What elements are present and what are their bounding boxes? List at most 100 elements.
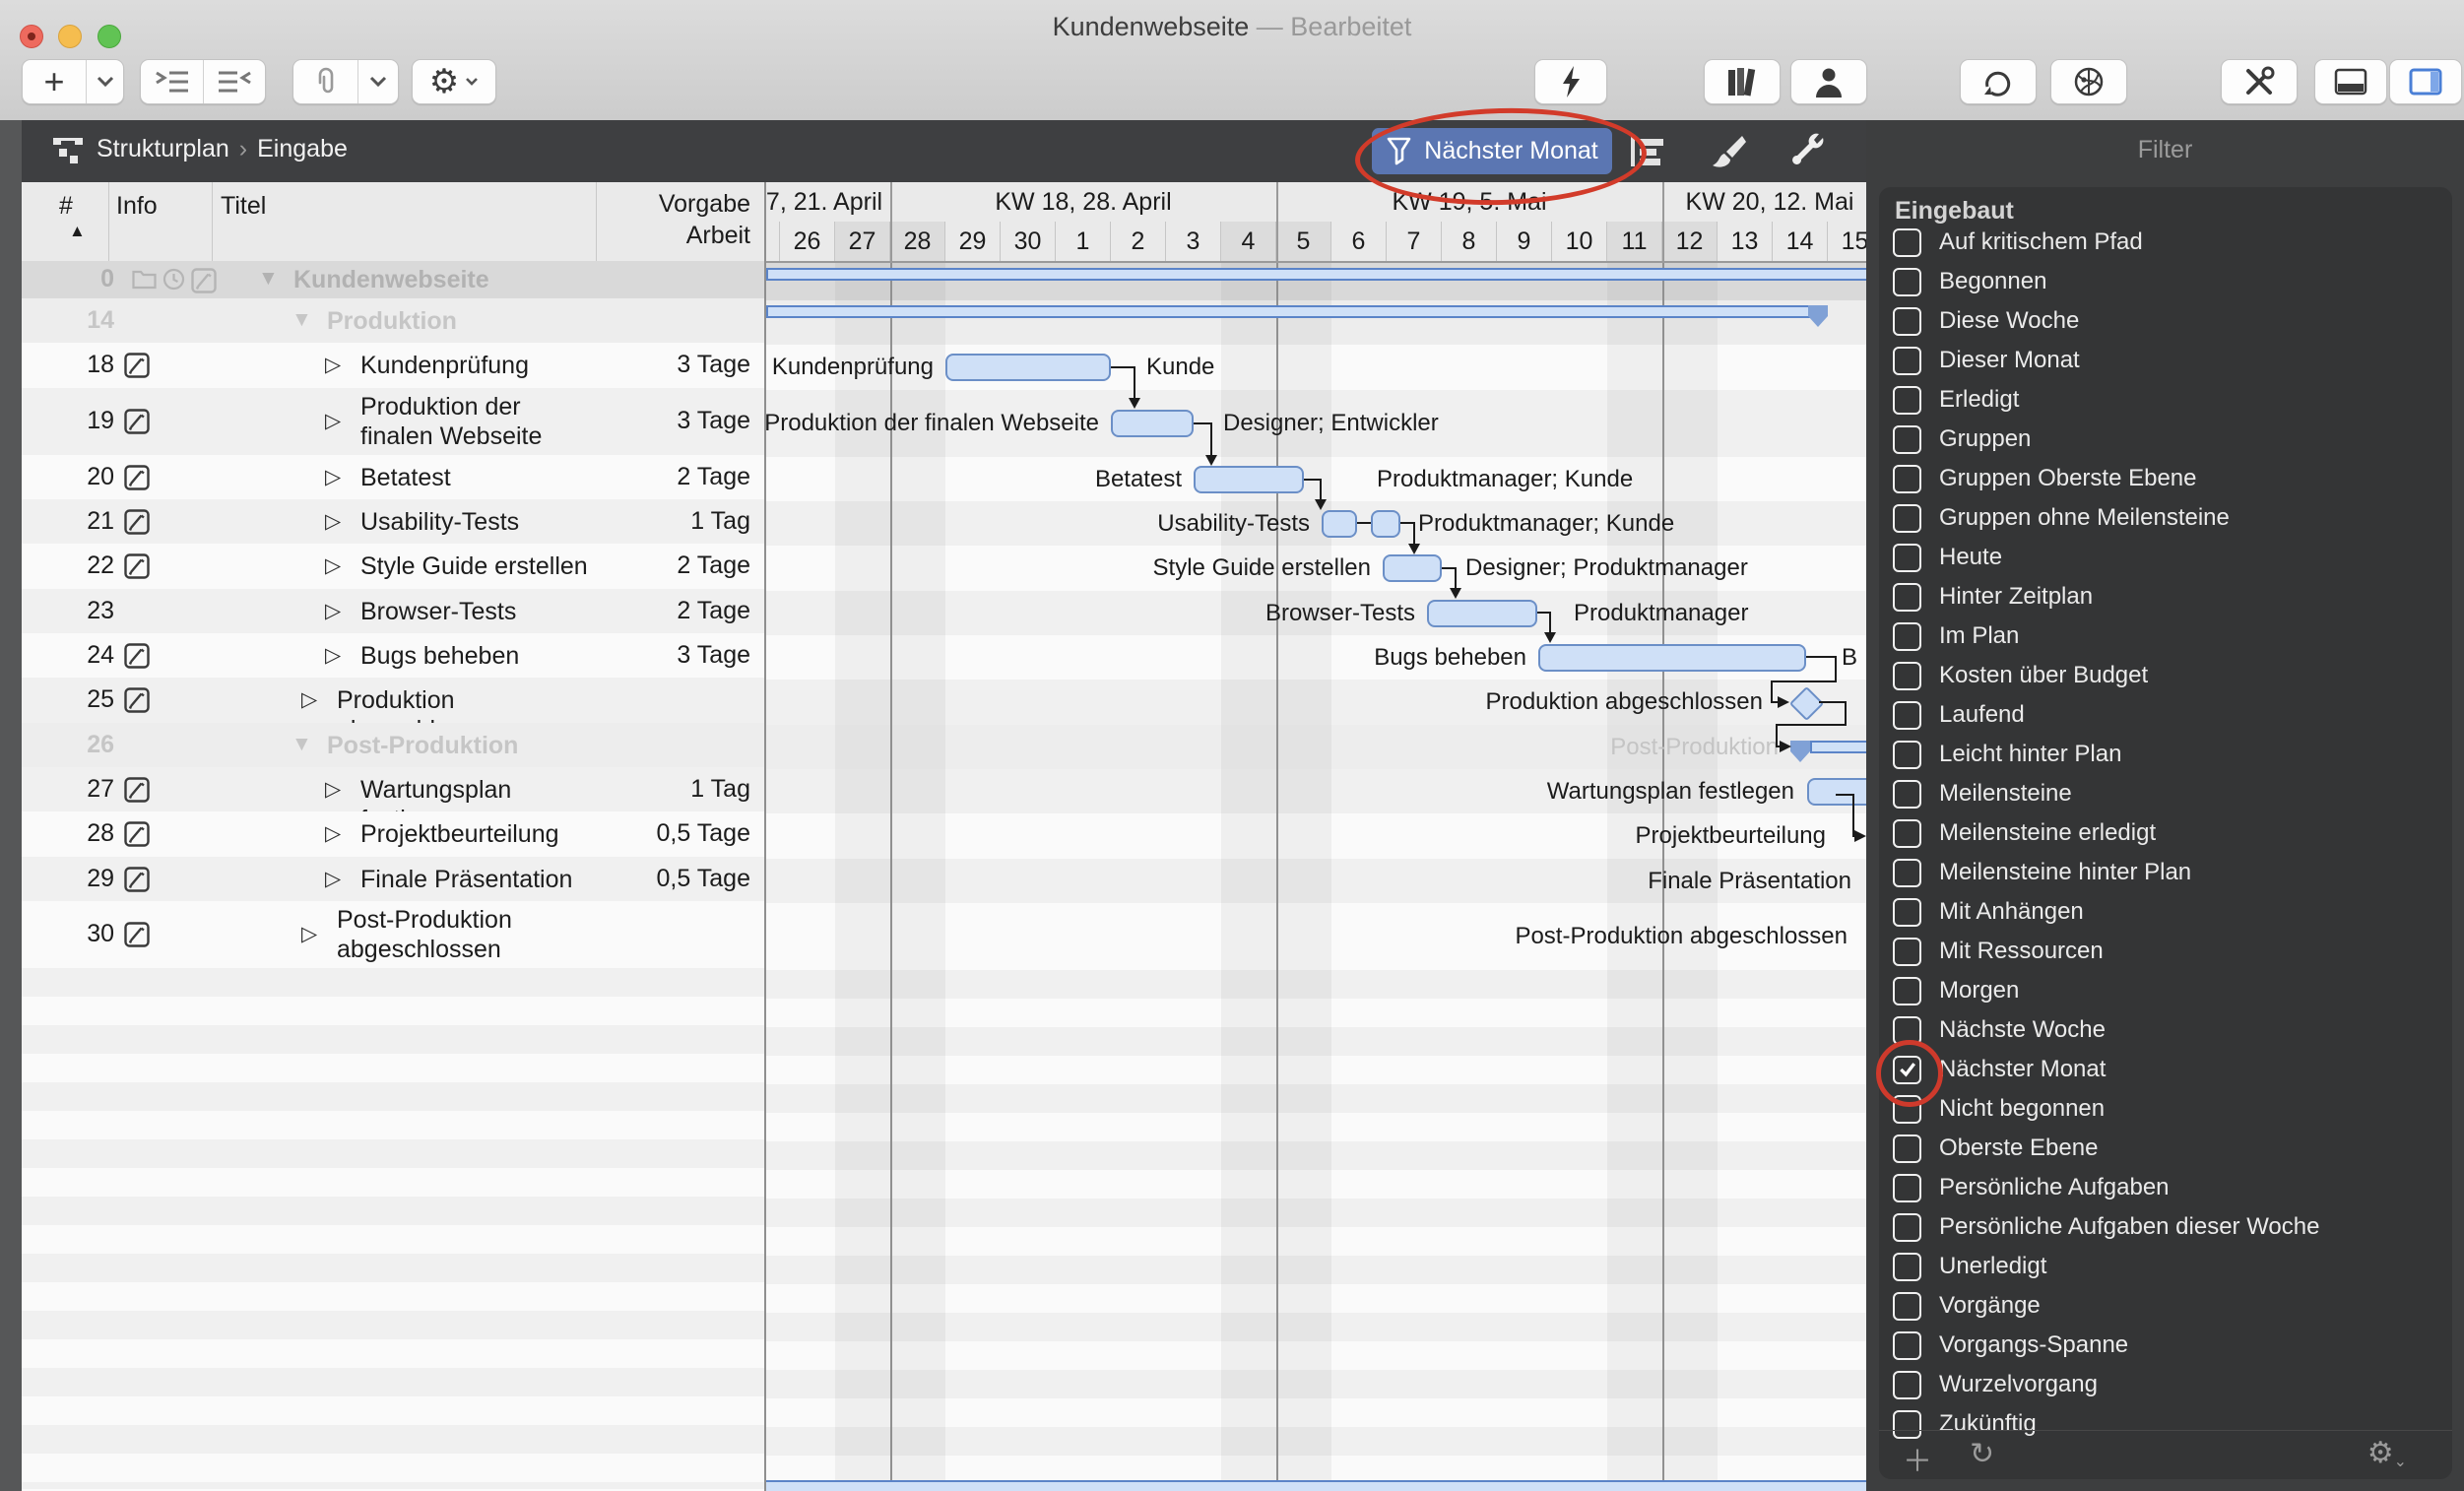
note-icon[interactable]	[124, 867, 150, 897]
collapse-triangle-icon[interactable]: ▼	[258, 267, 279, 291]
gantt-bar[interactable]	[1111, 410, 1194, 437]
day-header-cell[interactable]: 30	[1001, 222, 1056, 261]
task-duration[interactable]: 3 Tage	[593, 407, 750, 435]
attachment-menu-chevron[interactable]	[358, 60, 398, 103]
filter-checkbox[interactable]	[1893, 938, 1921, 966]
filter-item[interactable]: Meilensteine	[1893, 774, 2072, 813]
expand-triangle-icon[interactable]: ▷	[325, 509, 341, 534]
task-duration[interactable]: 2 Tage	[593, 551, 750, 580]
task-duration[interactable]: 2 Tage	[593, 597, 750, 625]
filter-item[interactable]: Nicht begonnen	[1893, 1089, 2105, 1129]
collapse-triangle-icon[interactable]: ▼	[292, 733, 312, 756]
day-header-cell[interactable]: 1	[1056, 222, 1111, 261]
filter-checkbox[interactable]	[1893, 228, 1921, 257]
attachment-button[interactable]	[294, 60, 357, 103]
day-header-cell[interactable]: 25	[764, 222, 780, 261]
filter-item[interactable]: Gruppen ohne Meilensteine	[1893, 498, 2230, 538]
task-title[interactable]: Style Guide erstellen	[360, 551, 596, 581]
task-duration[interactable]: 0,5 Tage	[593, 865, 750, 893]
expand-triangle-icon[interactable]: ▷	[325, 353, 341, 377]
filter-checkbox[interactable]	[1893, 898, 1921, 927]
filter-checkbox[interactable]	[1893, 1134, 1921, 1163]
add-task-menu-chevron[interactable]	[87, 60, 123, 103]
sync-button[interactable]	[1960, 59, 2037, 104]
filter-checkbox[interactable]	[1893, 1253, 1921, 1281]
filter-item[interactable]: Diese Woche	[1893, 301, 2079, 341]
filter-checkbox[interactable]	[1893, 465, 1921, 493]
filter-checkbox[interactable]	[1893, 662, 1921, 690]
filter-checkbox[interactable]	[1893, 425, 1921, 454]
table-row[interactable]: 29▷Finale Präsentation0,5 Tage	[22, 857, 764, 901]
filter-item[interactable]: Morgen	[1893, 971, 2019, 1010]
task-duration[interactable]: 3 Tage	[593, 641, 750, 670]
filter-checkbox[interactable]	[1893, 1056, 1921, 1084]
filter-item[interactable]: Dieser Monat	[1893, 341, 2080, 380]
day-header-cell[interactable]: 4	[1221, 222, 1276, 261]
action-menu-button[interactable]: ⚙	[412, 59, 496, 104]
filter-item[interactable]: Vorgangs-Spanne	[1893, 1326, 2128, 1365]
table-row[interactable]: 26▼Post-Produktion	[22, 723, 764, 767]
expand-triangle-icon[interactable]: ▷	[325, 777, 341, 802]
toggle-right-panel-button[interactable]	[2389, 59, 2462, 104]
add-task-button[interactable]: +	[22, 59, 124, 104]
add-filter-button[interactable]: ＋	[1903, 1437, 1932, 1480]
outline-view-icon[interactable]	[51, 136, 85, 170]
task-title[interactable]: Browser-Tests	[360, 597, 596, 626]
filter-gear-menu-button[interactable]: ⚙⌄	[2367, 1436, 2407, 1470]
note-icon[interactable]	[124, 922, 150, 952]
filter-item[interactable]: Nächster Monat	[1893, 1050, 2106, 1089]
breadcrumb-current[interactable]: Eingabe	[257, 135, 348, 162]
note-icon[interactable]	[124, 821, 150, 852]
table-row[interactable]: 19▷Produktion der finalen Webseite3 Tage	[22, 388, 764, 455]
day-header-cell[interactable]: 13	[1718, 222, 1773, 261]
gantt-bar[interactable]	[1322, 510, 1357, 538]
week-header-label[interactable]: KW 18, 28. April	[995, 188, 1171, 217]
note-icon[interactable]	[124, 777, 150, 808]
table-row[interactable]: 27▷Wartungsplan festlegen1 Tag	[22, 767, 764, 811]
day-header-cell[interactable]: 11	[1607, 222, 1662, 261]
task-title[interactable]: Kundenwebseite	[293, 265, 596, 294]
sort-ascending-icon[interactable]: ▲	[69, 222, 86, 241]
filter-checkbox[interactable]	[1893, 583, 1921, 612]
day-header-cell[interactable]: 12	[1662, 222, 1718, 261]
filter-checkbox[interactable]	[1893, 386, 1921, 415]
task-title[interactable]: Kundenprüfung	[360, 351, 596, 380]
task-title[interactable]: Post-Produktion abgeschlossen	[337, 905, 596, 964]
task-title[interactable]: Bugs beheben	[360, 641, 596, 671]
filter-checkbox[interactable]	[1893, 307, 1921, 336]
filter-item[interactable]: Kosten über Budget	[1893, 656, 2148, 695]
table-row[interactable]: 24▷Bugs beheben3 Tage	[22, 633, 764, 678]
catch-up-button[interactable]	[1534, 59, 1607, 104]
filter-item[interactable]: Meilensteine erledigt	[1893, 813, 2156, 853]
note-icon[interactable]	[124, 465, 150, 495]
filter-checkbox[interactable]	[1893, 741, 1921, 769]
day-header-cell[interactable]: 26	[780, 222, 835, 261]
filter-item[interactable]: Gruppen	[1893, 420, 2031, 459]
filter-item[interactable]: Gruppen Oberste Ebene	[1893, 459, 2197, 498]
task-duration[interactable]: 1 Tag	[593, 775, 750, 804]
filter-checkbox[interactable]	[1893, 1213, 1921, 1242]
customize-toolbar-button[interactable]	[2221, 59, 2298, 104]
week-header-label[interactable]: KW 20, 12. Mai	[1686, 188, 1854, 217]
table-row[interactable]: 22▷Style Guide erstellen2 Tage	[22, 544, 764, 589]
gantt-bar[interactable]	[1194, 466, 1304, 493]
publish-button[interactable]	[2050, 59, 2127, 104]
gantt-bar[interactable]	[1538, 644, 1806, 672]
filter-item[interactable]: Leicht hinter Plan	[1893, 735, 2121, 774]
filter-checkbox[interactable]	[1893, 504, 1921, 533]
filter-item[interactable]: Mit Anhängen	[1893, 892, 2084, 932]
view-options-button[interactable]	[1625, 134, 1668, 169]
filter-item[interactable]: Begonnen	[1893, 262, 2046, 301]
day-header-cell[interactable]: 9	[1497, 222, 1552, 261]
day-header-cell[interactable]: 3	[1166, 222, 1221, 261]
filter-item[interactable]: Persönliche Aufgaben	[1893, 1168, 2170, 1207]
table-row[interactable]: 25▷Produktion abgeschlossen	[22, 678, 764, 723]
day-header-cell[interactable]: 27	[835, 222, 890, 261]
task-duration[interactable]: 1 Tag	[593, 507, 750, 536]
filter-checkbox[interactable]	[1893, 701, 1921, 730]
table-row[interactable]: 21▷Usability-Tests1 Tag	[22, 499, 764, 544]
task-duration[interactable]: 2 Tage	[593, 463, 750, 491]
expand-triangle-icon[interactable]: ▷	[325, 553, 341, 578]
summary-bar[interactable]	[766, 268, 1891, 281]
filter-item[interactable]: Hinter Zeitplan	[1893, 577, 2093, 616]
